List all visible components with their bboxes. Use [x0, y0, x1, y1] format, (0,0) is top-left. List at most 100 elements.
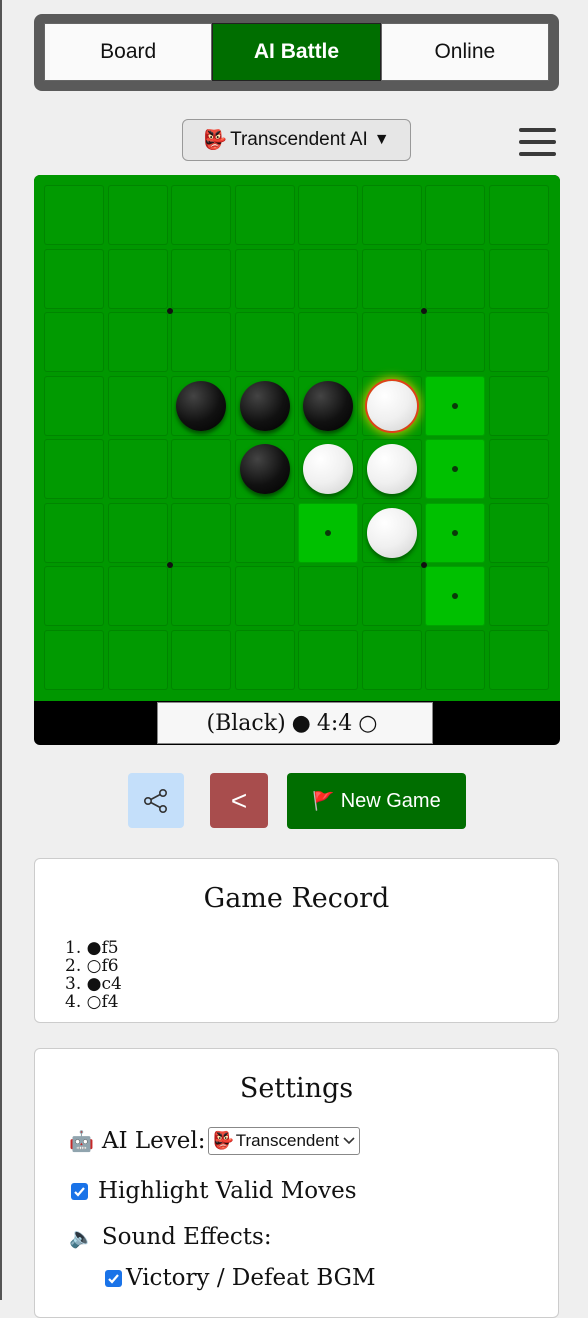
- board-cell-d2[interactable]: [234, 248, 295, 309]
- board-cell-c1[interactable]: [171, 185, 231, 245]
- board-cell-f5[interactable]: [361, 439, 422, 499]
- board-cell-c6[interactable]: [171, 502, 231, 563]
- valid-move-marker: [325, 529, 331, 536]
- board-cell-f4[interactable]: [361, 375, 422, 436]
- black-disc: [303, 380, 353, 431]
- score-separator: :: [330, 710, 339, 736]
- white-disc: [303, 444, 353, 494]
- board-cell-a8[interactable]: [44, 629, 104, 690]
- board-cell-f1[interactable]: [361, 185, 422, 245]
- ai-level-setting: 🤖 AI Level: 👺 Transcendent: [69, 1127, 361, 1155]
- board-cell-g5[interactable]: [425, 439, 485, 499]
- board-cell-h3[interactable]: [488, 312, 549, 372]
- board-cell-d4[interactable]: [234, 375, 295, 436]
- board-cell-a1[interactable]: [44, 185, 104, 245]
- board-cell-b2[interactable]: [107, 248, 168, 309]
- settings-title: Settings: [239, 1073, 354, 1104]
- board-cell-b5[interactable]: [107, 439, 168, 499]
- board-cell-b3[interactable]: [107, 312, 168, 372]
- board-cell-h7[interactable]: [488, 566, 549, 626]
- undo-button[interactable]: <: [210, 773, 268, 828]
- tab-online[interactable]: Online: [380, 23, 549, 81]
- board-cell-f8[interactable]: [361, 629, 422, 690]
- board-cell-f3[interactable]: [361, 312, 422, 372]
- game-record-title: Game Record: [203, 883, 390, 914]
- board-cell-h8[interactable]: [488, 629, 549, 690]
- board-cell-h2[interactable]: [488, 248, 549, 309]
- turn-label: (Black): [206, 710, 286, 736]
- mode-tabs: Board AI Battle Online: [34, 14, 559, 91]
- board-cell-c2[interactable]: [171, 248, 231, 309]
- board-cell-h5[interactable]: [488, 439, 549, 499]
- tengu-mask-icon: 👺: [212, 1131, 234, 1150]
- board-cell-e8[interactable]: [298, 629, 358, 690]
- board-cell-a4[interactable]: [44, 375, 104, 436]
- board-cell-e6[interactable]: [298, 502, 358, 563]
- board-cell-g2[interactable]: [425, 248, 485, 309]
- new-game-button[interactable]: 🚩 New Game: [287, 773, 466, 829]
- board-cell-f7[interactable]: [361, 566, 422, 626]
- share-icon: [143, 788, 167, 813]
- board-cell-a3[interactable]: [44, 312, 104, 372]
- ai-level-label: AI Level:: [101, 1128, 206, 1154]
- board-star-point: [166, 307, 173, 314]
- board-cell-g8[interactable]: [425, 629, 485, 690]
- board-cell-d3[interactable]: [234, 312, 295, 372]
- board-cell-b7[interactable]: [107, 566, 168, 626]
- board-cell-e7[interactable]: [298, 566, 358, 626]
- board-cell-d1[interactable]: [234, 185, 295, 245]
- board-cell-h6[interactable]: [488, 502, 549, 563]
- board-cell-a2[interactable]: [44, 248, 104, 309]
- board-cell-c7[interactable]: [171, 566, 231, 626]
- speaker-icon: 🔈: [69, 1225, 94, 1249]
- board-cell-e3[interactable]: [298, 312, 358, 372]
- board-cell-b1[interactable]: [107, 185, 168, 245]
- board-cell-d8[interactable]: [234, 629, 295, 690]
- sound-effects-setting: 🔈 Sound Effects:: [69, 1224, 272, 1250]
- board-cell-g6[interactable]: [425, 502, 485, 563]
- board-cell-g3[interactable]: [425, 312, 485, 372]
- black-disc: [239, 380, 290, 431]
- board-cell-h4[interactable]: [488, 375, 549, 436]
- board-cell-a6[interactable]: [44, 502, 104, 563]
- board-cell-g7[interactable]: [425, 566, 485, 626]
- highlight-valid-moves-checkbox[interactable]: [71, 1182, 88, 1200]
- board-cell-h1[interactable]: [488, 185, 549, 245]
- checkmark-icon: [74, 1186, 85, 1197]
- board-cell-g1[interactable]: [425, 185, 485, 245]
- board-cell-e2[interactable]: [298, 248, 358, 309]
- board-cell-d6[interactable]: [234, 502, 295, 563]
- tab-ai-battle[interactable]: AI Battle: [212, 23, 381, 81]
- board-cell-f2[interactable]: [361, 248, 422, 309]
- checkmark-icon: [108, 1273, 119, 1284]
- board-cell-f6[interactable]: [361, 502, 422, 563]
- chevron-down-icon: ▼: [373, 131, 390, 148]
- board-cell-b4[interactable]: [107, 375, 168, 436]
- board-cell-e4[interactable]: [298, 375, 358, 436]
- board-cell-c4[interactable]: [171, 375, 231, 436]
- ai-level-dropdown-label: Transcendent AI: [230, 129, 368, 150]
- game-record-panel: Game Record 1. ●f5 2. ○f6 3. ●c4 4. ○f4: [34, 858, 559, 1023]
- board-cell-c5[interactable]: [171, 439, 231, 499]
- board-cell-b6[interactable]: [107, 502, 168, 563]
- share-button[interactable]: [128, 773, 184, 828]
- new-game-label: New Game: [340, 789, 441, 812]
- ai-level-dropdown[interactable]: 👺 Transcendent AI ▼: [182, 119, 411, 161]
- bgm-checkbox[interactable]: [105, 1269, 122, 1287]
- tab-board[interactable]: Board: [44, 23, 213, 81]
- settings-panel: Settings 🤖 AI Level: 👺 Transcendent High…: [34, 1048, 559, 1318]
- bgm-label: Victory / Defeat BGM: [126, 1265, 376, 1291]
- board-cell-c3[interactable]: [171, 312, 231, 372]
- board-cell-d5[interactable]: [234, 439, 295, 499]
- board-cell-d7[interactable]: [234, 566, 295, 626]
- board-cell-a5[interactable]: [44, 439, 104, 499]
- board-cell-e1[interactable]: [298, 185, 358, 245]
- board-cell-a7[interactable]: [44, 566, 104, 626]
- board-cell-b8[interactable]: [107, 629, 168, 690]
- board-cell-c8[interactable]: [171, 629, 231, 690]
- ai-level-select[interactable]: 👺 Transcendent: [207, 1127, 361, 1155]
- board-cell-g4[interactable]: [425, 375, 485, 436]
- black-score: 4: [316, 710, 331, 736]
- hamburger-icon[interactable]: [519, 127, 556, 157]
- board-cell-e5[interactable]: [298, 439, 358, 499]
